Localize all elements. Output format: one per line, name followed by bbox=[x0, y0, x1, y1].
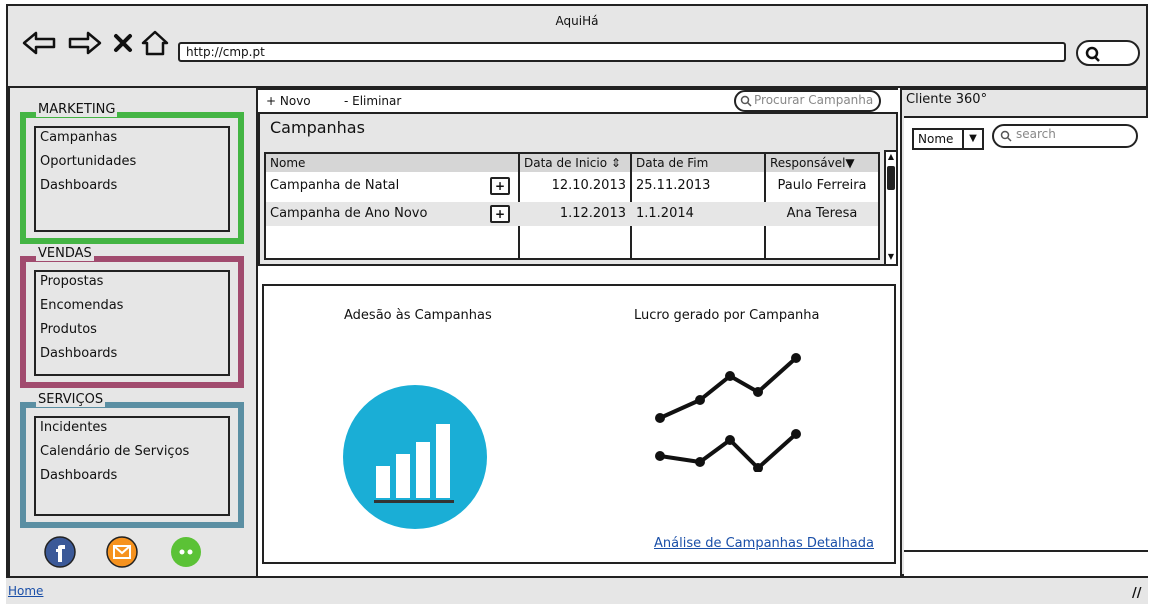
home-link[interactable]: Home bbox=[8, 584, 43, 598]
window-title: AquiHá bbox=[555, 14, 599, 28]
sidebar-item-propostas[interactable]: Propostas bbox=[40, 274, 103, 289]
sort-icon: ⇕ bbox=[607, 156, 621, 170]
customer-360-title: Cliente 360° bbox=[906, 92, 988, 107]
sidebar-item-produtos[interactable]: Produtos bbox=[40, 322, 97, 337]
sidebar-item-dashboards[interactable]: Dashboards bbox=[40, 468, 117, 483]
customer-360-content bbox=[904, 116, 1148, 576]
table-row[interactable]: Campanha de Natal + 12.10.2013 25.11.201… bbox=[266, 174, 878, 198]
back-arrow-icon[interactable] bbox=[22, 28, 56, 58]
sidebar-item-incidentes[interactable]: Incidentes bbox=[40, 420, 107, 435]
search-icon bbox=[1085, 46, 1100, 62]
column-header-data-fim[interactable]: Data de Fim bbox=[632, 154, 766, 172]
sidebar-item-oportunidades[interactable]: Oportunidades bbox=[40, 154, 136, 169]
column-header-responsavel[interactable]: Responsável▼ bbox=[766, 154, 878, 172]
search-icon bbox=[740, 95, 752, 107]
scroll-thumb[interactable] bbox=[887, 166, 895, 190]
add-icon[interactable]: + bbox=[490, 177, 510, 195]
delete-button[interactable]: - Eliminar bbox=[344, 94, 401, 108]
chevron-down-icon[interactable]: ▼ bbox=[962, 128, 984, 150]
cell-data-inicio: 12.10.2013 bbox=[551, 178, 626, 193]
table-scrollbar[interactable]: ▲ ▼ bbox=[884, 150, 898, 266]
sidebar-item-calendario[interactable]: Calendário de Serviços bbox=[40, 444, 189, 459]
campaign-table: Nome Data de Inicio ⇕ Data de Fim Respon… bbox=[264, 152, 880, 260]
column-header-nome[interactable]: Nome bbox=[266, 154, 520, 172]
cell-nome: Campanha de Natal bbox=[270, 178, 400, 193]
home-icon[interactable] bbox=[140, 28, 170, 58]
sidebar-item-dashboards[interactable]: Dashboards bbox=[40, 178, 117, 193]
group-title-servicos: SERVIÇOS bbox=[36, 392, 106, 407]
forward-arrow-icon[interactable] bbox=[68, 28, 102, 58]
sidebar-item-campanhas[interactable]: Campanhas bbox=[40, 130, 117, 145]
group-title-marketing: MARKETING bbox=[36, 102, 118, 117]
line-chart-icon[interactable] bbox=[650, 348, 810, 473]
mail-icon[interactable] bbox=[106, 536, 138, 568]
cell-data-inicio: 1.12.2013 bbox=[559, 206, 626, 221]
detailed-analysis-link[interactable]: Análise de Campanhas Detalhada bbox=[654, 536, 874, 551]
column-header-data-inicio[interactable]: Data de Inicio ⇕ bbox=[520, 154, 632, 172]
marketing-group: Campanhas Oportunidades Dashboards bbox=[20, 112, 244, 244]
campaign-search-input[interactable]: Procurar Campanha bbox=[734, 90, 882, 112]
cell-nome: Campanha de Ano Novo bbox=[270, 206, 428, 221]
column-header-responsavel-label: Responsável bbox=[770, 156, 846, 170]
scroll-down-icon[interactable]: ▼ bbox=[886, 252, 896, 262]
add-icon[interactable]: + bbox=[490, 205, 510, 223]
url-field[interactable]: http://cmp.pt bbox=[178, 42, 1066, 62]
customer-search-placeholder: search bbox=[1016, 127, 1056, 141]
dropdown-arrow-icon: ▼ bbox=[845, 156, 855, 170]
chart-title-lucro: Lucro gerado por Campanha bbox=[634, 308, 820, 323]
cell-responsavel: Paulo Ferreira bbox=[777, 178, 867, 193]
bar-chart-icon[interactable] bbox=[342, 384, 488, 530]
servicos-group: Incidentes Calendário de Serviços Dashbo… bbox=[20, 402, 244, 528]
field-select-value: Nome bbox=[918, 132, 954, 146]
scroll-up-icon[interactable]: ▲ bbox=[886, 152, 896, 162]
sidebar-item-dashboards[interactable]: Dashboards bbox=[40, 346, 117, 361]
table-row[interactable]: Campanha de Ano Novo + 1.12.2013 1.1.201… bbox=[266, 202, 878, 226]
vendas-group: Propostas Encomendas Produtos Dashboards bbox=[20, 256, 244, 388]
new-button[interactable]: + Novo bbox=[266, 94, 311, 108]
stop-icon[interactable] bbox=[112, 28, 134, 58]
status-bar bbox=[6, 576, 1148, 604]
customer-search-input[interactable]: search bbox=[992, 124, 1138, 148]
cell-data-fim: 1.1.2014 bbox=[636, 206, 694, 221]
column-header-data-inicio-label: Data de Inicio bbox=[524, 156, 608, 170]
resize-handle-icon[interactable]: // bbox=[1132, 586, 1142, 601]
page-title: Campanhas bbox=[270, 118, 365, 137]
chat-icon[interactable] bbox=[170, 536, 202, 568]
browser-search-button[interactable] bbox=[1076, 40, 1140, 66]
cell-responsavel: Ana Teresa bbox=[786, 206, 858, 221]
cell-data-fim: 25.11.2013 bbox=[636, 178, 711, 193]
campaign-search-placeholder: Procurar Campanha bbox=[754, 93, 874, 107]
sidebar-item-encomendas[interactable]: Encomendas bbox=[40, 298, 123, 313]
facebook-icon[interactable] bbox=[44, 536, 76, 568]
chart-title-adesao: Adesão às Campanhas bbox=[344, 308, 492, 323]
group-title-vendas: VENDAS bbox=[36, 246, 94, 261]
search-icon bbox=[1000, 130, 1012, 142]
